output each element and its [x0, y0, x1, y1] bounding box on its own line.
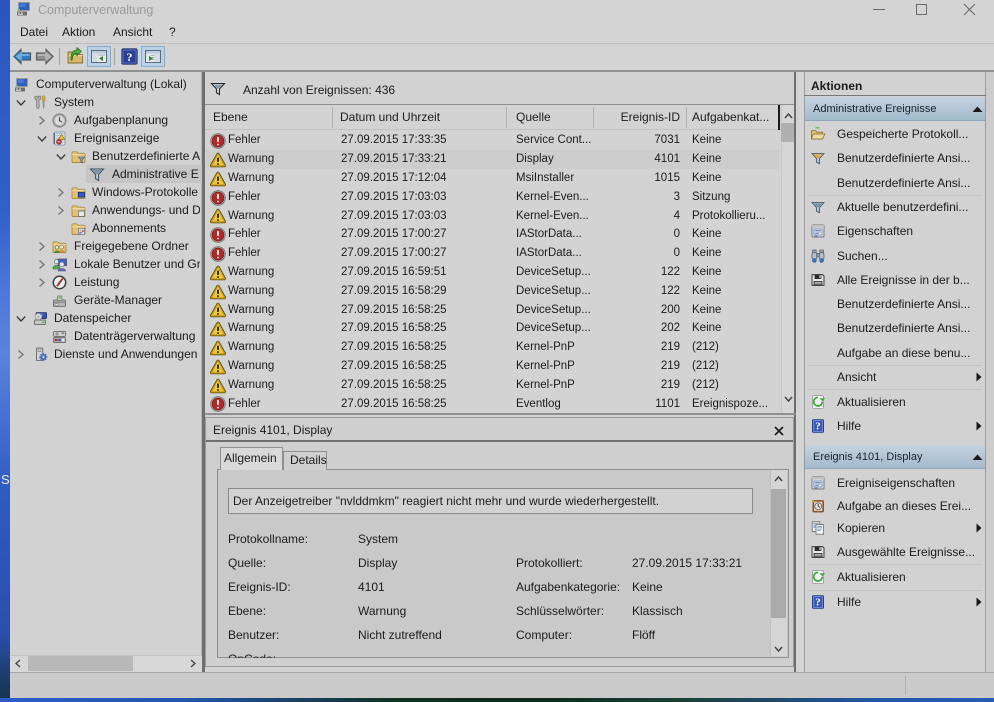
svg-text:?: ?: [815, 597, 821, 609]
svg-text:?: ?: [815, 421, 821, 433]
svg-text:?: ?: [127, 50, 133, 64]
